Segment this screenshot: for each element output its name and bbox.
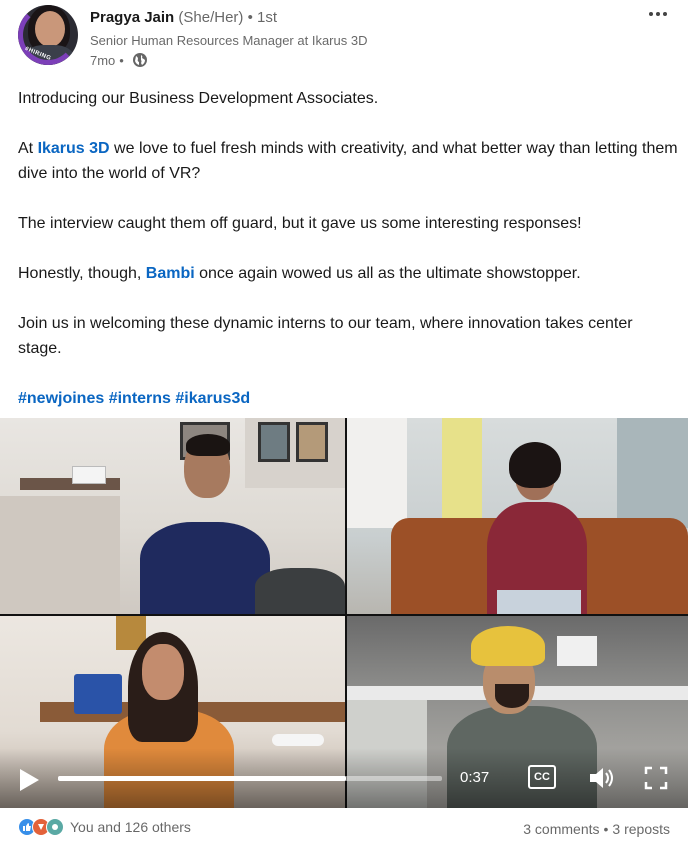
text-segment: we love to fuel fresh minds with creativ… (18, 140, 678, 182)
author-name-line: Pragya Jain (She/Her) • 1st (90, 9, 277, 26)
meta-separator: • (119, 52, 124, 68)
reposts-count-link[interactable]: 3 reposts (612, 821, 670, 837)
author-pronouns: (She/Her) (178, 9, 244, 26)
closed-captions-button[interactable]: CC (528, 765, 556, 789)
hashtag-link[interactable]: #interns (109, 390, 171, 407)
comments-count-link[interactable]: 3 comments (523, 821, 599, 837)
volume-icon[interactable] (588, 765, 616, 791)
hashtag-link[interactable]: #newjoines (18, 390, 104, 407)
reaction-count: You and 126 others (70, 819, 191, 835)
post-paragraph: Introducing our Business Development Ass… (18, 90, 379, 107)
hashtag-link[interactable]: #ikarus3d (175, 390, 250, 407)
video-controls: 0:37 CC (0, 748, 688, 808)
video-player[interactable]: 0:37 CC (0, 418, 688, 808)
fullscreen-icon[interactable] (644, 766, 668, 790)
support-reaction-icon (46, 818, 64, 836)
post-header: #HIRING Pragya Jain (She/Her) • 1st Seni… (0, 0, 688, 78)
play-icon[interactable] (18, 768, 40, 792)
person-mention-link[interactable]: Bambi (146, 265, 195, 282)
text-segment: once again wowed us all as the ultimate … (194, 265, 581, 282)
video-frame-top-right (347, 418, 688, 614)
connection-degree: • 1st (247, 9, 278, 26)
post-meta: 7mo • (90, 52, 148, 68)
post-text: Introducing our Business Development Ass… (18, 86, 678, 411)
post-time: 7mo (90, 52, 116, 68)
video-time: 0:37 (460, 769, 490, 786)
video-progress-bar[interactable] (58, 776, 442, 781)
author-name[interactable]: Pragya Jain (90, 9, 174, 26)
text-segment: Honestly, though, (18, 265, 146, 282)
video-frame-top-left (0, 418, 345, 614)
company-mention-link[interactable]: Ikarus 3D (38, 140, 110, 157)
counts-separator: • (603, 821, 609, 837)
hashtags: #newjoines #interns #ikarus3d (18, 386, 678, 411)
globe-icon (132, 53, 147, 67)
post-paragraph: The interview caught them off guard, but… (18, 215, 582, 232)
post-paragraph: Honestly, though, Bambi once again wowed… (18, 261, 678, 286)
post-paragraph: Join us in welcoming these dynamic inter… (18, 315, 633, 357)
video-progress-fill (58, 776, 346, 781)
author-headline: Senior Human Resources Manager at Ikarus… (90, 33, 368, 48)
reactions-summary[interactable]: You and 126 others (18, 818, 191, 836)
social-counts: You and 126 others 3 comments • 3 repost… (0, 812, 688, 846)
engagement-counts: 3 comments • 3 reposts (523, 821, 670, 837)
post-paragraph: At Ikarus 3D we love to fuel fresh minds… (18, 136, 678, 186)
more-options-icon[interactable] (646, 6, 670, 22)
author-avatar[interactable]: #HIRING (18, 5, 78, 65)
text-segment: At (18, 140, 38, 157)
